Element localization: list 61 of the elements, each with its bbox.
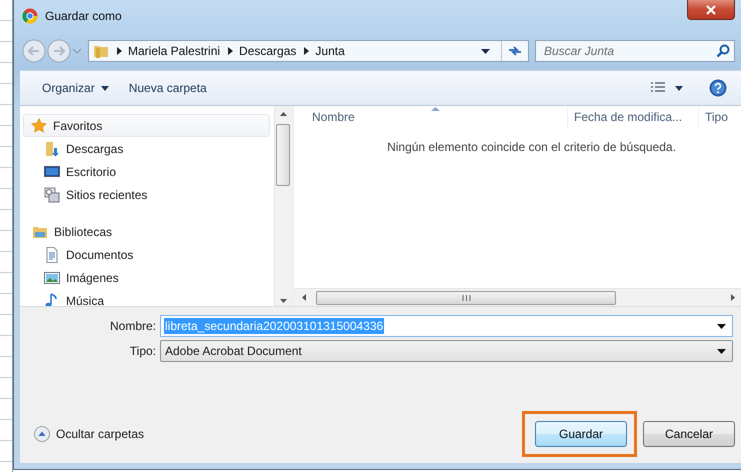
sidebar-item[interactable]: Bibliotecas	[23, 220, 270, 243]
chevron-icon	[228, 47, 234, 55]
browser-logo-icon	[22, 8, 38, 24]
sidebar-item[interactable]: Documentos	[23, 243, 270, 266]
dropdown-arrow-icon	[717, 324, 726, 328]
breadcrumb-item[interactable]: Descargas	[239, 44, 296, 58]
dropdown-arrow-icon	[717, 348, 726, 354]
close-button[interactable]	[687, 0, 735, 20]
scroll-up-icon[interactable]	[280, 112, 286, 116]
column-header[interactable]: Tipo	[699, 106, 741, 128]
empty-message: Ningún elemento coincide con el criterio de búsqueda.	[386, 139, 677, 156]
cancel-button[interactable]: Cancelar	[643, 420, 735, 446]
folder-icon	[93, 43, 109, 59]
sort-arrow-icon	[430, 107, 440, 111]
refresh-icon	[507, 44, 523, 58]
hide-folders-button[interactable]: Ocultar carpetas	[34, 426, 144, 442]
caret-icon	[100, 86, 109, 90]
chevron-icon	[117, 47, 123, 55]
picture-icon	[44, 270, 60, 286]
column-header[interactable]: Nombre	[294, 106, 568, 128]
sidebar-item[interactable]: Música	[23, 289, 270, 306]
list-view-icon	[651, 82, 665, 94]
sidebar-item[interactable]: Sitios recientes	[23, 183, 270, 206]
document-icon	[44, 246, 60, 262]
scroll-left-icon[interactable]	[302, 294, 306, 301]
star-icon	[31, 118, 47, 134]
caret-icon	[675, 86, 683, 90]
help-icon[interactable]	[709, 79, 727, 97]
sidebar-item[interactable]: Escritorio	[23, 160, 270, 183]
sidebar-item[interactable]: Imágenes	[23, 266, 270, 289]
collapse-icon	[34, 426, 50, 442]
toolbar-button[interactable]: Nueva carpeta	[122, 77, 213, 99]
save-button[interactable]: Guardar	[535, 420, 627, 446]
sidebar-item[interactable]: Favoritos	[23, 114, 270, 137]
scroll-thumb[interactable]	[276, 124, 290, 186]
scroll-thumb[interactable]	[316, 290, 616, 304]
chevron-icon	[304, 47, 310, 55]
recent-places-icon	[44, 186, 60, 202]
close-icon	[706, 4, 716, 14]
field-label: Tipo:	[128, 344, 156, 358]
download-folder-icon	[44, 140, 60, 156]
dropdown-arrow-icon[interactable]	[481, 48, 490, 54]
vertical-scrollbar[interactable]	[274, 106, 291, 306]
window-title: Guardar como	[45, 9, 122, 23]
field-label: Nombre:	[108, 319, 156, 333]
scroll-right-icon[interactable]	[731, 294, 735, 301]
organize-menu[interactable]: Organizar	[36, 77, 115, 99]
music-note-icon	[44, 292, 60, 306]
search-icon	[716, 44, 730, 58]
desktop-icon	[44, 164, 60, 180]
column-header[interactable]: Fecha de modifica...	[568, 106, 699, 128]
search-field[interactable]: Buscar Junta	[535, 40, 735, 62]
view-menu-button[interactable]	[651, 82, 683, 94]
address-bar[interactable]: Mariela Palestrini Descargas Junta	[88, 40, 529, 62]
sidebar-item[interactable]: Descargas	[23, 137, 270, 160]
scroll-down-icon[interactable]	[280, 299, 286, 303]
breadcrumb-item[interactable]: Junta	[315, 44, 345, 58]
horizontal-scrollbar[interactable]	[294, 288, 741, 306]
breadcrumb-item[interactable]: Mariela Palestrini	[128, 44, 220, 58]
grip-icon	[462, 294, 470, 300]
type-dropdown[interactable]: Adobe Acrobat Document	[160, 340, 733, 362]
